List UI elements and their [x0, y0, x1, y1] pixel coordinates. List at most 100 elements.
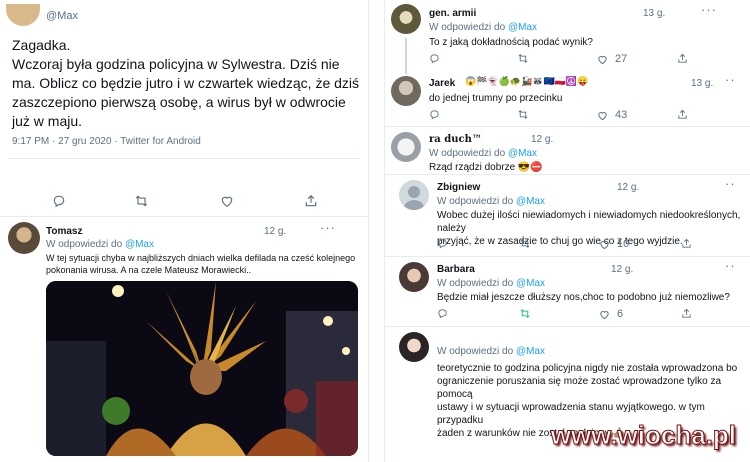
reply-button[interactable]	[429, 109, 440, 120]
like-button[interactable]: 10	[599, 238, 629, 250]
avatar-tomasz[interactable]	[8, 222, 40, 254]
divider	[0, 216, 368, 217]
divider	[8, 158, 360, 159]
replying-to-handle[interactable]: @Max	[516, 196, 545, 207]
replying-to: W odpowiedzi do @Max	[437, 196, 545, 207]
avatar-ra-duch[interactable]	[391, 132, 421, 162]
tweet-line: Zagadka.	[12, 37, 71, 53]
reply-time[interactable]: 13 g.	[643, 8, 665, 19]
more-options-icon[interactable]: ···	[320, 220, 336, 235]
share-button[interactable]	[681, 238, 692, 249]
retweet-icon	[518, 54, 528, 63]
reply-button[interactable]	[52, 194, 66, 208]
share-button[interactable]	[304, 194, 318, 208]
replying-to-label: W odpowiedzi do	[437, 346, 514, 357]
reply-text: To z jaką dokładnością podać wynik?	[429, 37, 593, 48]
replying-to-handle[interactable]: @Max	[508, 148, 537, 159]
replying-to-handle[interactable]: @Max	[125, 239, 154, 250]
like-button[interactable]: 6	[599, 308, 623, 320]
share-button[interactable]	[677, 53, 688, 64]
divider	[385, 126, 750, 127]
reply-time[interactable]: 13 g.	[691, 78, 713, 89]
divider	[385, 256, 750, 257]
reply-time[interactable]: 12 g.	[264, 226, 286, 237]
avatar-barbara[interactable]	[399, 262, 429, 292]
carnival-photo[interactable]	[46, 281, 358, 456]
share-button[interactable]	[677, 109, 688, 120]
watermark: www.wiocha.pl	[550, 420, 736, 451]
like-count: 6	[617, 308, 624, 320]
replying-to-handle[interactable]: @Max	[516, 346, 545, 357]
like-button[interactable]: 43	[597, 109, 627, 121]
reply-author-name[interactable]: ra duch™	[429, 134, 482, 145]
tweet-line: już w maju.	[12, 113, 83, 129]
retweet-button[interactable]	[517, 109, 529, 120]
replying-to-handle[interactable]: @Max	[508, 22, 537, 33]
replying-to-label: W odpowiedzi do	[437, 196, 514, 207]
reply-author-name[interactable]: Jarek	[429, 78, 455, 89]
retweet-icon	[135, 195, 148, 207]
more-options-icon[interactable]: ···	[701, 2, 717, 17]
reply-time[interactable]: 12 g.	[531, 134, 553, 145]
retweet-button[interactable]	[519, 308, 531, 319]
reply-time[interactable]: 12 g.	[617, 182, 639, 193]
reply-author-name[interactable]: Zbigniew	[437, 182, 480, 193]
reply-text-line: pokonania wirusa. A na czele Mateusz Mor…	[46, 265, 252, 275]
author-handle[interactable]: @Max	[46, 10, 78, 22]
share-button[interactable]	[681, 308, 692, 319]
retweet-button[interactable]	[519, 238, 531, 249]
heart-icon	[600, 310, 609, 319]
author-avatar[interactable]	[6, 4, 40, 26]
avatar-gen-armii[interactable]	[391, 4, 421, 34]
reply-icon	[430, 54, 439, 64]
reply-button[interactable]	[437, 238, 448, 249]
retweet-icon	[520, 239, 530, 248]
heart-icon	[221, 196, 233, 207]
heart-icon	[598, 111, 607, 120]
avatar-jarek[interactable]	[391, 76, 421, 106]
reply-time[interactable]: 12 g.	[611, 264, 633, 275]
more-options-icon[interactable]: ··	[725, 176, 736, 191]
like-button[interactable]: 27	[597, 53, 627, 65]
like-count: 43	[615, 109, 628, 121]
reply-author-name[interactable]: gen. armii	[429, 8, 476, 19]
share-icon	[682, 238, 691, 248]
heart-icon	[598, 55, 607, 64]
reply-icon	[438, 309, 447, 319]
more-options-icon[interactable]: ··	[725, 258, 736, 273]
reply-text: Wobec dużej ilości niewiadomych i niewia…	[437, 209, 749, 248]
reply-author-name[interactable]: Tomasz	[46, 226, 83, 237]
like-button[interactable]	[220, 194, 234, 208]
share-icon	[682, 308, 691, 318]
right-panel: gen. armii 13 g. ··· W odpowiedzi do @Ma…	[384, 0, 750, 462]
replying-to-label: W odpowiedzi do	[46, 239, 123, 250]
reply-text: Rząd rządzi dobrze 😎⛔	[429, 162, 543, 173]
avatar-zbigniew[interactable]	[399, 180, 429, 210]
reply-button[interactable]	[429, 53, 440, 64]
heart-icon	[600, 240, 609, 249]
reply-text-line: ograniczenie poruszania się może zostać …	[437, 376, 722, 400]
replying-to: W odpowiedzi do @Max	[437, 346, 545, 357]
divider	[385, 174, 750, 175]
tweet-timestamp[interactable]: 9:17 PM · 27 gru 2020 · Twitter for Andr…	[12, 136, 201, 147]
like-count: 10	[617, 238, 630, 250]
replying-to: W odpowiedzi do @Max	[429, 22, 537, 33]
share-icon	[678, 109, 687, 119]
retweet-button[interactable]	[134, 194, 149, 208]
retweet-button[interactable]	[517, 53, 529, 64]
reply-button[interactable]	[437, 308, 448, 319]
default-avatar-icon	[403, 186, 425, 210]
left-panel: @Max Zagadka. Wczoraj była godzina polic…	[0, 0, 369, 462]
replying-to-handle[interactable]: @Max	[516, 278, 545, 289]
replying-to: W odpowiedzi do @Max	[429, 148, 537, 159]
replying-to-label: W odpowiedzi do	[429, 148, 506, 159]
retweet-icon	[520, 309, 530, 318]
tweet-line: Wczoraj była godzina policyjna w Sylwest…	[12, 56, 340, 72]
replying-to: W odpowiedzi do @Max	[46, 239, 154, 250]
share-icon	[305, 194, 317, 207]
reply-author-name[interactable]: Barbara	[437, 264, 475, 275]
reply-text: do jednej trumny po przecinku	[429, 93, 563, 104]
replying-to-label: W odpowiedzi do	[429, 22, 506, 33]
avatar-reply-5[interactable]	[399, 332, 429, 362]
more-options-icon[interactable]: ··	[725, 72, 736, 87]
